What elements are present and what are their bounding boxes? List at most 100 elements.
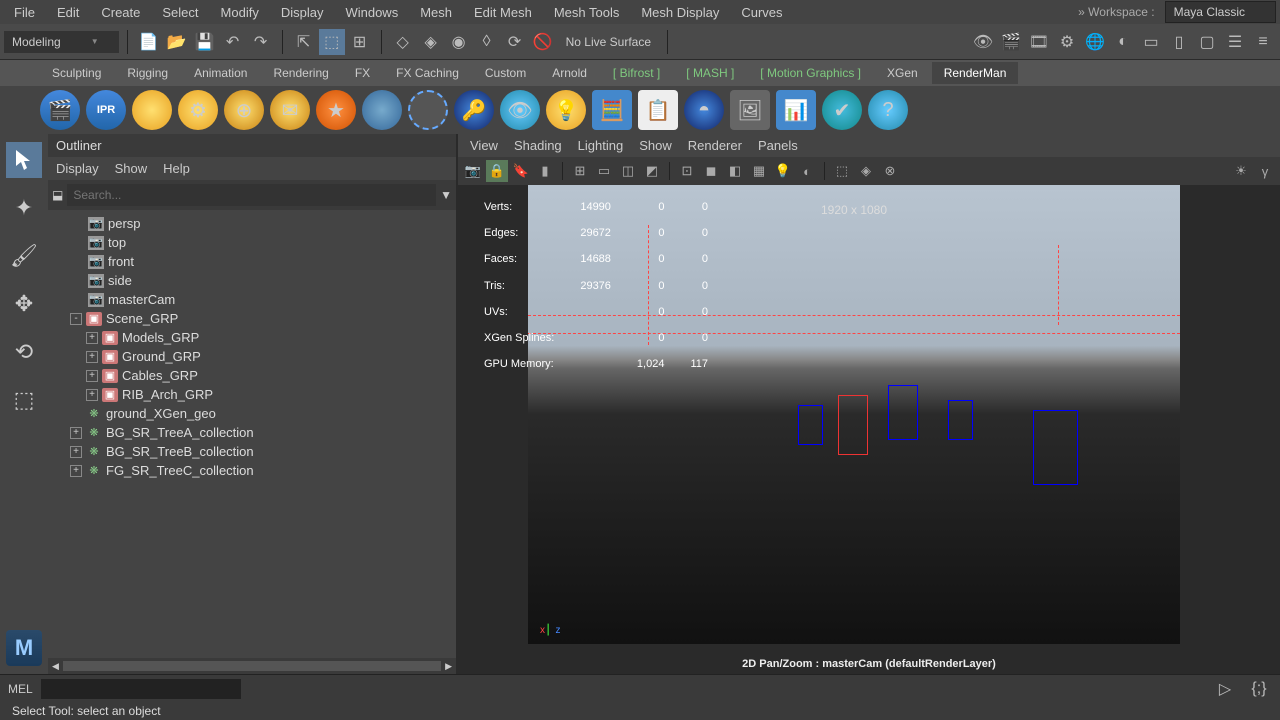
- paint-tool-icon[interactable]: 🖌: [6, 238, 42, 274]
- rotate-tool-icon[interactable]: ⟲: [6, 334, 42, 370]
- shelf-holdout-icon[interactable]: [408, 90, 448, 130]
- scale-tool-icon[interactable]: ⬚: [6, 382, 42, 418]
- list-item[interactable]: 📷persp: [48, 214, 456, 233]
- shelf-env-icon[interactable]: ✉: [270, 90, 310, 130]
- shelf-render-icon[interactable]: 🎬: [40, 90, 80, 130]
- shelf-check-icon[interactable]: ✔: [822, 90, 862, 130]
- hypershade-icon[interactable]: ◐: [1110, 29, 1136, 55]
- move-tool-icon[interactable]: ✥: [6, 286, 42, 322]
- tab-renderman[interactable]: RenderMan: [932, 62, 1019, 84]
- shelf-sun-icon[interactable]: [132, 90, 172, 130]
- list-item[interactable]: 📷top: [48, 233, 456, 252]
- viewport-canvas[interactable]: 1920 x 1080 x ▏z Verts:1499000Edges:2967…: [458, 185, 1280, 674]
- tab-rigging[interactable]: Rigging: [115, 62, 180, 84]
- list-item[interactable]: +▣RIB_Arch_GRP: [48, 385, 456, 404]
- tab-bifrost[interactable]: [ Bifrost ]: [601, 62, 672, 84]
- channel-box-icon[interactable]: ≡: [1250, 29, 1276, 55]
- lasso-tool-icon[interactable]: ✦: [6, 190, 42, 226]
- lights-icon[interactable]: 💡: [772, 160, 794, 182]
- select-by-hierarchy-icon[interactable]: ⇱: [291, 29, 317, 55]
- shelf-eye-icon[interactable]: 👁: [500, 90, 540, 130]
- live-surface-icon[interactable]: 🚫: [530, 29, 556, 55]
- ipr-render-icon[interactable]: 🎞: [1026, 29, 1052, 55]
- workspace-selector[interactable]: Maya Classic: [1165, 1, 1276, 23]
- search-type-icon[interactable]: ⬓: [52, 188, 63, 202]
- outliner-menu-show[interactable]: Show: [115, 161, 148, 176]
- select-tool-icon[interactable]: [6, 142, 42, 178]
- shelf-sun-gear-icon[interactable]: ⚙: [178, 90, 218, 130]
- tab-sculpting[interactable]: Sculpting: [40, 62, 113, 84]
- render-settings-icon[interactable]: ⚙: [1054, 29, 1080, 55]
- new-scene-icon[interactable]: 📄: [136, 29, 162, 55]
- snap-live-icon[interactable]: ⟳: [502, 29, 528, 55]
- camera-lock-icon[interactable]: 🔒: [486, 160, 508, 182]
- expand-icon[interactable]: +: [86, 370, 98, 382]
- render-current-icon[interactable]: 🎬: [998, 29, 1024, 55]
- menu-file[interactable]: File: [4, 1, 45, 24]
- wireframe-icon[interactable]: ⊡: [676, 160, 698, 182]
- outliner-hscroll[interactable]: ◀▶: [48, 658, 456, 674]
- shelf-help-icon[interactable]: ?: [868, 90, 908, 130]
- menu-mesh-display[interactable]: Mesh Display: [631, 1, 729, 24]
- select-by-component-icon[interactable]: ⊞: [347, 29, 373, 55]
- list-item[interactable]: 📷side: [48, 271, 456, 290]
- layout-2-icon[interactable]: ▯: [1166, 29, 1192, 55]
- expand-icon[interactable]: +: [70, 446, 82, 458]
- render-view-icon[interactable]: 👁: [970, 29, 996, 55]
- list-item[interactable]: -▣Scene_GRP: [48, 309, 456, 328]
- save-scene-icon[interactable]: 💾: [192, 29, 218, 55]
- menu-edit-mesh[interactable]: Edit Mesh: [464, 1, 542, 24]
- layout-4-icon[interactable]: ☰: [1222, 29, 1248, 55]
- snap-point-icon[interactable]: ◉: [446, 29, 472, 55]
- menu-modify[interactable]: Modify: [211, 1, 269, 24]
- camera-select-icon[interactable]: 📷: [462, 160, 484, 182]
- resolution-gate-icon[interactable]: ◫: [617, 160, 639, 182]
- tab-motion-graphics[interactable]: [ Motion Graphics ]: [748, 62, 873, 84]
- exposure-icon[interactable]: ☀: [1230, 160, 1252, 182]
- list-item[interactable]: +❋FG_SR_TreeC_collection: [48, 461, 456, 480]
- grid-icon[interactable]: ⊞: [569, 160, 591, 182]
- shelf-calc-icon[interactable]: 🧮: [592, 90, 632, 130]
- snap-grid-icon[interactable]: ◇: [390, 29, 416, 55]
- select-by-object-icon[interactable]: ⬚: [319, 29, 345, 55]
- isolate-icon[interactable]: ⬚: [831, 160, 853, 182]
- tab-fx[interactable]: FX: [343, 62, 382, 84]
- tab-custom[interactable]: Custom: [473, 62, 538, 84]
- list-item[interactable]: +▣Models_GRP: [48, 328, 456, 347]
- list-item[interactable]: +❋BG_SR_TreeB_collection: [48, 442, 456, 461]
- expand-icon[interactable]: +: [86, 351, 98, 363]
- tab-fx-caching[interactable]: FX Caching: [384, 62, 471, 84]
- mode-selector[interactable]: Modeling: [4, 31, 119, 53]
- shelf-bulb-icon[interactable]: 💡: [546, 90, 586, 130]
- undo-icon[interactable]: ↶: [220, 29, 246, 55]
- list-item[interactable]: 📷front: [48, 252, 456, 271]
- gate-mask-icon[interactable]: ◩: [641, 160, 663, 182]
- snap-curve-icon[interactable]: ◈: [418, 29, 444, 55]
- mel-label[interactable]: MEL: [8, 682, 33, 696]
- shelf-star-icon[interactable]: ★: [316, 90, 356, 130]
- redo-icon[interactable]: ↷: [248, 29, 274, 55]
- wireframe-shaded-icon[interactable]: ◧: [724, 160, 746, 182]
- menu-display[interactable]: Display: [271, 1, 334, 24]
- expand-icon[interactable]: +: [70, 427, 82, 439]
- xray-icon[interactable]: ◈: [855, 160, 877, 182]
- bookmark-icon[interactable]: 🔖: [510, 160, 532, 182]
- open-scene-icon[interactable]: 📂: [164, 29, 190, 55]
- list-item[interactable]: 📷masterCam: [48, 290, 456, 309]
- render-globals-icon[interactable]: 🌐: [1082, 29, 1108, 55]
- snap-plane-icon[interactable]: ◊: [474, 29, 500, 55]
- shelf-sphere-icon[interactable]: [362, 90, 402, 130]
- menu-mesh[interactable]: Mesh: [410, 1, 462, 24]
- menu-edit[interactable]: Edit: [47, 1, 89, 24]
- shelf-moon-icon[interactable]: ◓: [684, 90, 724, 130]
- shelf-key-icon[interactable]: 🔑: [454, 90, 494, 130]
- vp-menu-renderer[interactable]: Renderer: [688, 138, 742, 153]
- search-input[interactable]: [67, 184, 436, 206]
- script-editor-icon[interactable]: {;}: [1246, 676, 1272, 702]
- shelf-image-icon[interactable]: 🖼: [730, 90, 770, 130]
- playback-icon[interactable]: ▷: [1212, 676, 1238, 702]
- vp-menu-panels[interactable]: Panels: [758, 138, 798, 153]
- tab-mash[interactable]: [ MASH ]: [674, 62, 746, 84]
- list-item[interactable]: +▣Ground_GRP: [48, 347, 456, 366]
- outliner-tree[interactable]: 📷persp📷top📷front📷side📷masterCam-▣Scene_G…: [48, 210, 456, 658]
